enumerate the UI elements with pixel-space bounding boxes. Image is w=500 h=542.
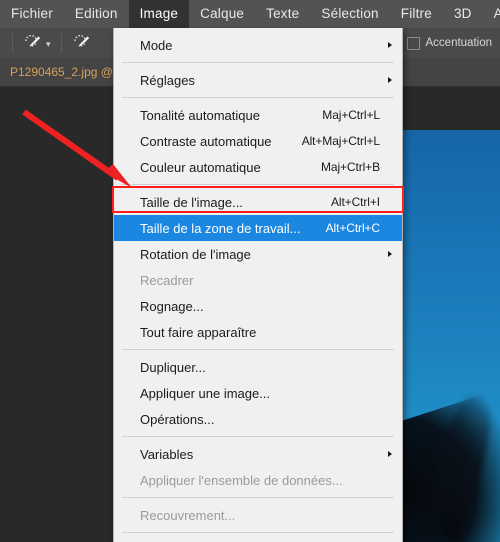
menu-item-operations[interactable]: Opérations... xyxy=(114,406,402,432)
menu-separator xyxy=(122,97,394,98)
image-menu-panel: Mode Réglages Tonalité automatique Maj+C… xyxy=(112,28,404,542)
brush-preset-picker[interactable]: ▾ xyxy=(19,31,55,55)
menu-item-label: Tout faire apparaître xyxy=(140,324,257,340)
menu-item-analyse[interactable]: Analyse xyxy=(114,537,402,542)
menu-item-tout-faire-apparaitre[interactable]: Tout faire apparaître xyxy=(114,319,402,345)
menu-separator xyxy=(122,532,394,533)
menu-separator xyxy=(122,62,394,63)
menubar-item-fichier[interactable]: Fichier xyxy=(0,0,64,28)
menu-item-recouvrement: Recouvrement... xyxy=(114,502,402,528)
menubar-item-edition[interactable]: Edition xyxy=(64,0,129,28)
menu-item-label: Recouvrement... xyxy=(140,507,236,523)
menu-item-couleur-automatique[interactable]: Couleur automatique Maj+Ctrl+B xyxy=(114,154,402,180)
menu-item-shortcut: Maj+Ctrl+B xyxy=(320,160,380,174)
menu-item-reglages[interactable]: Réglages xyxy=(114,67,402,93)
menubar-item-3d[interactable]: 3D xyxy=(443,0,483,28)
menu-item-shortcut: Maj+Ctrl+L xyxy=(322,108,380,122)
menu-item-tonalite-automatique[interactable]: Tonalité automatique Maj+Ctrl+L xyxy=(114,102,402,128)
menu-item-label: Variables xyxy=(140,446,194,462)
menu-item-taille-de-l-image[interactable]: Taille de l'image... Alt+Ctrl+I xyxy=(112,186,404,215)
document-tab-label: P1290465_2.jpg @ xyxy=(10,65,113,79)
menu-item-label: Dupliquer... xyxy=(140,359,206,375)
menu-separator xyxy=(122,184,394,185)
menu-item-shortcut: Alt+Maj+Ctrl+L xyxy=(301,134,380,148)
menu-item-label: Couleur automatique xyxy=(140,159,261,175)
menu-item-recadrer: Recadrer xyxy=(114,267,402,293)
options-divider-2 xyxy=(60,33,62,53)
submenu-arrow-icon xyxy=(388,42,392,48)
menu-item-label: Mode xyxy=(140,37,173,53)
menu-item-label: Contraste automatique xyxy=(140,133,272,149)
menu-item-shortcut: Alt+Ctrl+C xyxy=(325,221,380,235)
accentuation-checkbox[interactable] xyxy=(406,36,420,50)
menu-item-label: Taille de l'image... xyxy=(140,194,243,210)
menu-item-label: Réglages xyxy=(140,72,195,88)
menubar-item-selection[interactable]: Sélection xyxy=(310,0,389,28)
submenu-arrow-icon xyxy=(388,451,392,457)
menu-item-appliquer-une-image[interactable]: Appliquer une image... xyxy=(114,380,402,406)
menu-item-shortcut: Alt+Ctrl+I xyxy=(330,195,380,209)
document-tab[interactable]: P1290465_2.jpg @ xyxy=(0,58,123,86)
menu-separator xyxy=(122,436,394,437)
menu-item-label: Rognage... xyxy=(140,298,204,314)
photoshop-window: Fichier Edition Image Calque Texte Sélec… xyxy=(0,0,500,542)
menu-item-appliquer-l-ensemble-de-donnees: Appliquer l'ensemble de données... xyxy=(114,467,402,493)
submenu-arrow-icon xyxy=(388,251,392,257)
submenu-arrow-icon xyxy=(388,77,392,83)
menu-item-mode[interactable]: Mode xyxy=(114,32,402,58)
brush-icon xyxy=(23,32,43,55)
menubar-item-affichage[interactable]: Affichage xyxy=(483,0,500,28)
menu-item-variables[interactable]: Variables xyxy=(114,441,402,467)
menu-bar: Fichier Edition Image Calque Texte Sélec… xyxy=(0,0,500,28)
menubar-item-filtre[interactable]: Filtre xyxy=(390,0,443,28)
menu-item-label: Taille de la zone de travail... xyxy=(140,220,301,236)
menu-item-label: Appliquer une image... xyxy=(140,385,271,401)
menu-item-label: Opérations... xyxy=(140,411,215,427)
menu-item-label: Tonalité automatique xyxy=(140,107,260,123)
brush-icon-2 xyxy=(72,32,92,55)
menu-item-taille-de-la-zone-de-travail[interactable]: Taille de la zone de travail... Alt+Ctrl… xyxy=(114,215,402,241)
menu-separator xyxy=(122,349,394,350)
accentuation-label: Accentuation xyxy=(425,37,493,49)
menubar-item-image[interactable]: Image xyxy=(128,0,190,28)
menubar-item-texte[interactable]: Texte xyxy=(255,0,310,28)
menubar-item-calque[interactable]: Calque xyxy=(189,0,255,28)
menu-item-rotation-de-l-image[interactable]: Rotation de l'image xyxy=(114,241,402,267)
menu-item-dupliquer[interactable]: Dupliquer... xyxy=(114,354,402,380)
menu-item-contraste-automatique[interactable]: Contraste automatique Alt+Maj+Ctrl+L xyxy=(114,128,402,154)
brush-mode-button[interactable] xyxy=(68,31,96,55)
options-divider xyxy=(12,33,13,53)
menu-item-rognage[interactable]: Rognage... xyxy=(114,293,402,319)
menu-item-label: Rotation de l'image xyxy=(140,246,251,262)
menu-item-label: Appliquer l'ensemble de données... xyxy=(140,472,343,488)
menu-separator xyxy=(122,497,394,498)
menu-item-label: Recadrer xyxy=(140,272,194,288)
chevron-down-icon: ▾ xyxy=(46,38,51,49)
